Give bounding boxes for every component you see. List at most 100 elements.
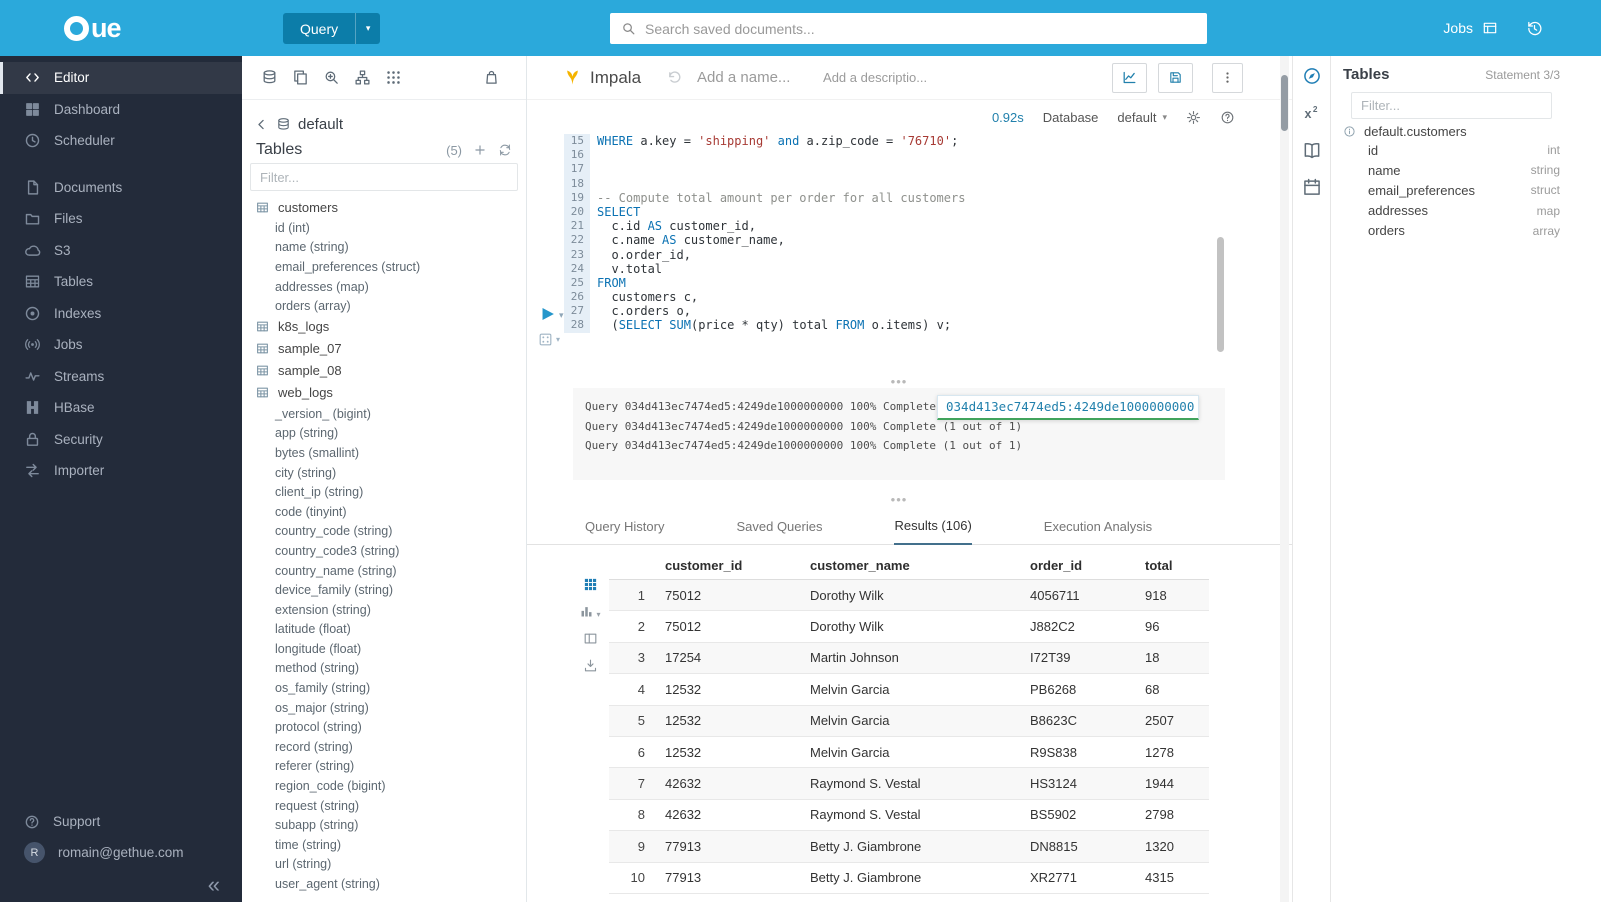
settings-gear-icon[interactable] (1186, 110, 1201, 125)
column-item-region-code-bigint[interactable]: region_code (bigint) (242, 776, 526, 796)
code-line[interactable]: 24 v.total (564, 262, 1292, 276)
column-item-subapp-string[interactable]: subapp (string) (242, 815, 526, 835)
column-item-extension-string[interactable]: extension (string) (242, 600, 526, 620)
column-item-bytes-smallint[interactable]: bytes (smallint) (242, 443, 526, 463)
code-line[interactable]: 23 o.order_id, (564, 248, 1292, 262)
column-item-referer-string[interactable]: referer (string) (242, 757, 526, 777)
table-row[interactable]: 275012Dorothy WilkJ882C296 (609, 611, 1209, 642)
compass-icon[interactable] (1302, 66, 1322, 86)
search-plus-icon[interactable] (323, 69, 340, 86)
column-item-method-string[interactable]: method (string) (242, 659, 526, 679)
column-item-addresses[interactable]: addressesmap (1343, 201, 1560, 221)
sidebar-item-security[interactable]: Security (0, 424, 242, 456)
sidebar-item-editor[interactable]: Editor (0, 62, 242, 94)
functions-superscript-icon[interactable]: x2 (1302, 103, 1322, 123)
column-item-email-preferences[interactable]: email_preferencesstruct (1343, 180, 1560, 200)
code-line[interactable]: 26 customers c, (564, 290, 1292, 304)
resize-handle-top[interactable]: ••• (573, 378, 1225, 388)
jobs-link[interactable]: Jobs (1443, 20, 1498, 36)
table-row[interactable]: 1077913Betty J. GiambroneXR27714315 (609, 863, 1209, 894)
hue-logo[interactable]: ue (0, 0, 242, 56)
language-reference-icon[interactable] (1302, 140, 1322, 160)
sidebar-item-jobs[interactable]: Jobs (0, 329, 242, 361)
chevron-left-icon[interactable] (254, 117, 269, 132)
column-item-version-bigint[interactable]: _version_ (bigint) (242, 404, 526, 424)
sidebar-item-support[interactable]: Support (0, 806, 242, 837)
table-filter-input[interactable] (260, 170, 508, 185)
column-item-record-string[interactable]: record (string) (242, 737, 526, 757)
documents-assist-icon[interactable] (292, 69, 309, 86)
database-select[interactable]: default ▾ (1117, 110, 1167, 125)
code-line[interactable]: 18 (564, 177, 1292, 191)
column-item-latitude-float[interactable]: latitude (float) (242, 620, 526, 640)
collapse-sidebar-button[interactable]: « (208, 876, 220, 894)
column-item-protocol-string[interactable]: protocol (string) (242, 717, 526, 737)
query-name-input[interactable] (697, 69, 799, 86)
column-item-client-ip-string[interactable]: client_ip (string) (242, 482, 526, 502)
sidebar-item-user[interactable]: R romain@gethue.com (0, 837, 242, 868)
query-history-icon[interactable] (1526, 20, 1543, 37)
sidebar-item-tables[interactable]: Tables (0, 266, 242, 298)
column-item-country-name-string[interactable]: country_name (string) (242, 561, 526, 581)
column-item-app-string[interactable]: app (string) (242, 424, 526, 444)
column-header-customer-id[interactable]: customer_id (657, 558, 802, 573)
table-row[interactable]: 742632Raymond S. VestalHS31241944 (609, 768, 1209, 799)
grid-view-icon[interactable] (583, 577, 598, 592)
sidebar-item-hbase[interactable]: HBase (0, 392, 242, 424)
sidebar-item-indexes[interactable]: Indexes (0, 298, 242, 330)
execute-play-button[interactable] (539, 305, 556, 323)
download-icon[interactable] (583, 658, 598, 673)
code-line[interactable]: 20SELECT (564, 205, 1292, 219)
tab-saved-queries[interactable]: Saved Queries (736, 519, 822, 544)
help-icon[interactable] (1220, 110, 1235, 125)
execute-options-caret[interactable]: ▾ (559, 310, 564, 321)
search-input[interactable] (645, 21, 1196, 37)
bag-icon[interactable] (483, 69, 500, 86)
code-line[interactable]: 21 c.id AS customer_id, (564, 219, 1292, 233)
current-database[interactable]: default (298, 116, 343, 133)
code-line[interactable]: 15WHERE a.key = 'shipping' and a.zip_cod… (564, 134, 1292, 148)
sidebar-item-s3[interactable]: S3 (0, 235, 242, 267)
table-row[interactable]: 317254Martin JohnsonI72T3918 (609, 643, 1209, 674)
table-row[interactable]: 842632Raymond S. VestalBS59022798 (609, 800, 1209, 831)
column-item-os-family-string[interactable]: os_family (string) (242, 678, 526, 698)
column-item-request-string[interactable]: request (string) (242, 796, 526, 816)
resize-handle-bottom[interactable]: ••• (573, 496, 1225, 506)
table-row[interactable]: 512532Melvin GarciaB8623C2507 (609, 706, 1209, 737)
column-item-code-tinyint[interactable]: code (tinyint) (242, 502, 526, 522)
save-button[interactable] (1158, 63, 1193, 93)
code-editor[interactable]: 15WHERE a.key = 'shipping' and a.zip_cod… (527, 134, 1292, 362)
add-table-icon[interactable] (473, 143, 487, 157)
table-row[interactable]: 612532Melvin GarciaR9S8381278 (609, 737, 1209, 768)
column-item-time-string[interactable]: time (string) (242, 835, 526, 855)
table-item-sample-07[interactable]: sample_07 (242, 338, 526, 360)
right-filter-input[interactable] (1361, 98, 1542, 113)
column-item-addresses-map[interactable]: addresses (map) (242, 277, 526, 297)
columns-toggle-icon[interactable] (583, 631, 598, 646)
sitemap-icon[interactable] (354, 69, 371, 86)
column-item-id[interactable]: idint (1343, 140, 1560, 160)
tab-query-history[interactable]: Query History (585, 519, 664, 544)
refresh-icon[interactable] (498, 143, 512, 157)
sidebar-item-importer[interactable]: Importer (0, 455, 242, 487)
code-line[interactable]: 16 (564, 148, 1292, 162)
column-item-city-string[interactable]: city (string) (242, 463, 526, 483)
query-description-input[interactable] (823, 70, 927, 85)
chart-view-button[interactable]: ▾ (579, 604, 600, 619)
more-options-button[interactable] (1212, 63, 1243, 93)
column-header-total[interactable]: total (1137, 558, 1209, 573)
column-item-user-agent-string[interactable]: user_agent (string) (242, 874, 526, 894)
active-table-row[interactable]: default.customers (1343, 122, 1560, 140)
sidebar-item-dashboard[interactable]: Dashboard (0, 94, 242, 126)
sidebar-item-files[interactable]: Files (0, 203, 242, 235)
tab-results-106[interactable]: Results (106) (894, 518, 971, 545)
column-item-orders-array[interactable]: orders (array) (242, 296, 526, 316)
code-line[interactable]: 27 c.orders o, (564, 304, 1292, 318)
column-item-url-string[interactable]: url (string) (242, 855, 526, 875)
query-id-popover[interactable]: 034d413ec7474ed5:4249de1000000000 (937, 395, 1199, 420)
table-row[interactable]: 977913Betty J. GiambroneDN88151320 (609, 831, 1209, 862)
table-row[interactable]: 175012Dorothy Wilk4056711918 (609, 580, 1209, 611)
sidebar-item-documents[interactable]: Documents (0, 172, 242, 204)
column-item-country-code3-string[interactable]: country_code3 (string) (242, 541, 526, 561)
new-query-button[interactable]: Query ▾ (283, 13, 380, 44)
